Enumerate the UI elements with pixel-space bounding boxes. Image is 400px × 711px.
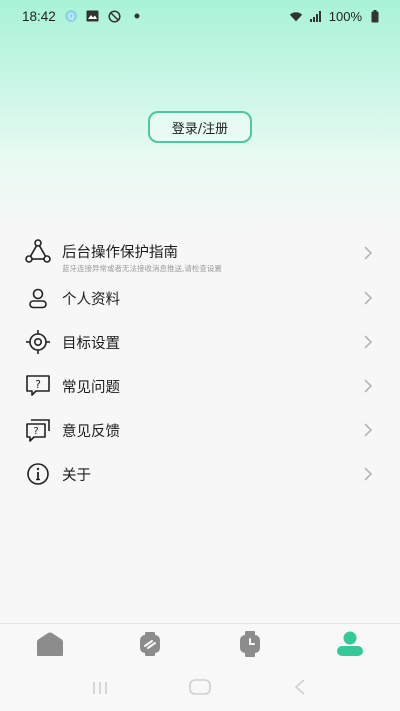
- menu-item-about[interactable]: 关于: [0, 452, 400, 496]
- settings-menu: 后台操作保护指南 蓝牙连接异常或者无法接收消息推送,请检查设置 个人资料 目标设…: [0, 230, 400, 496]
- person-icon: [25, 285, 51, 311]
- share-nodes-icon: [25, 238, 51, 264]
- menu-item-goal-settings[interactable]: 目标设置: [0, 320, 400, 364]
- question-chat-icon: ?: [25, 373, 51, 399]
- tab-sport[interactable]: [125, 624, 175, 668]
- dot-icon: [130, 9, 144, 23]
- chevron-right-icon: [362, 378, 374, 394]
- menu-item-label: 后台操作保护指南: [62, 244, 178, 261]
- watch-icon: [237, 630, 263, 661]
- back-button[interactable]: [280, 674, 320, 704]
- menu-item-label: 常见问题: [62, 379, 120, 396]
- feedback-chat-icon: ?: [25, 417, 51, 443]
- system-nav-bar: [0, 667, 400, 711]
- target-icon: [25, 329, 51, 355]
- status-time: 18:42: [22, 8, 56, 24]
- tab-profile[interactable]: [325, 624, 375, 668]
- chevron-right-icon: [362, 334, 374, 350]
- wifi-icon: [289, 9, 303, 23]
- recent-apps-icon: [91, 680, 109, 699]
- home-button[interactable]: [180, 674, 220, 704]
- battery-icon: [368, 9, 382, 23]
- tab-watch[interactable]: [225, 624, 275, 668]
- gallery-icon: [86, 9, 100, 23]
- back-chevron-icon: [293, 679, 307, 699]
- sync-off-icon: [108, 9, 122, 23]
- status-bar: 18:42 Q 100%: [0, 0, 400, 32]
- chevron-right-icon: [362, 290, 374, 306]
- app-notification-icon: Q: [64, 9, 78, 23]
- chevron-right-icon: [362, 245, 374, 261]
- svg-text:?: ?: [35, 378, 41, 391]
- menu-item-label: 意见反馈: [62, 423, 120, 440]
- menu-item-label: 关于: [62, 467, 91, 484]
- profile-icon: [335, 631, 365, 661]
- signal-icon: [309, 9, 323, 23]
- home-icon: [34, 631, 66, 661]
- sport-icon: [137, 631, 163, 661]
- menu-item-profile[interactable]: 个人资料: [0, 276, 400, 320]
- menu-item-faq[interactable]: ? 常见问题: [0, 364, 400, 408]
- login-register-button[interactable]: 登录/注册: [148, 111, 252, 143]
- svg-text:?: ?: [33, 426, 38, 437]
- menu-item-subtitle: 蓝牙连接异常或者无法接收消息推送,请检查设置: [62, 264, 222, 273]
- menu-item-background-protection[interactable]: 后台操作保护指南 蓝牙连接异常或者无法接收消息推送,请检查设置: [0, 230, 400, 276]
- battery-percent: 100%: [328, 8, 362, 24]
- menu-item-label: 个人资料: [62, 291, 120, 308]
- svg-text:Q: Q: [68, 12, 74, 21]
- recent-apps-button[interactable]: [80, 674, 120, 704]
- bottom-tab-bar: [0, 623, 400, 667]
- tab-home[interactable]: [25, 624, 75, 668]
- home-square-icon: [189, 679, 211, 699]
- chevron-right-icon: [362, 466, 374, 482]
- chevron-right-icon: [362, 422, 374, 438]
- info-icon: [25, 461, 51, 487]
- menu-item-feedback[interactable]: ? 意见反馈: [0, 408, 400, 452]
- menu-item-label: 目标设置: [62, 335, 120, 352]
